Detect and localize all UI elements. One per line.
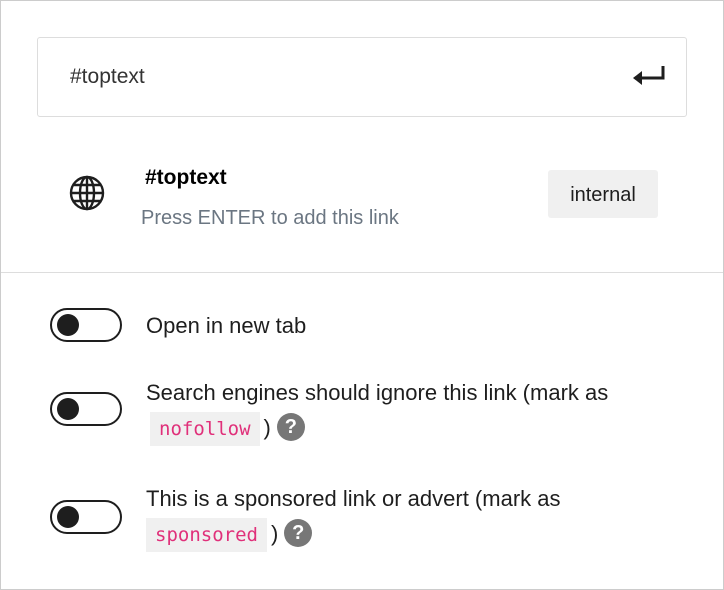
label-close-paren: )	[270, 521, 279, 546]
enter-icon[interactable]	[632, 64, 666, 88]
suggestion-title[interactable]: #toptext	[145, 166, 227, 190]
open-new-tab-label: Open in new tab	[146, 313, 307, 338]
divider	[1, 272, 723, 273]
sponsored-label: This is a sponsored link or advert (mark…	[146, 481, 686, 553]
globe-icon	[69, 175, 105, 211]
nofollow-code: nofollow	[150, 412, 260, 446]
suggestion-hint: Press ENTER to add this link	[141, 207, 399, 229]
label-close-paren: )	[263, 415, 271, 440]
help-icon[interactable]: ?	[276, 413, 305, 441]
help-icon[interactable]: ?	[284, 519, 313, 547]
sponsored-label-text: This is a sponsored link or advert (mark…	[146, 486, 561, 511]
link-url-value[interactable]: #toptext	[70, 38, 145, 116]
toggle-knob	[57, 506, 79, 528]
link-url-input[interactable]: #toptext	[37, 37, 687, 117]
open-new-tab-toggle[interactable]	[50, 308, 122, 342]
sponsored-code: sponsored	[146, 518, 267, 552]
nofollow-label: Search engines should ignore this link (…	[146, 375, 686, 447]
nofollow-label-text: Search engines should ignore this link (…	[146, 380, 609, 405]
link-type-badge: internal	[548, 170, 658, 218]
sponsored-toggle[interactable]	[50, 500, 122, 534]
nofollow-toggle[interactable]	[50, 392, 122, 426]
toggle-knob	[57, 314, 79, 336]
toggle-knob	[57, 398, 79, 420]
